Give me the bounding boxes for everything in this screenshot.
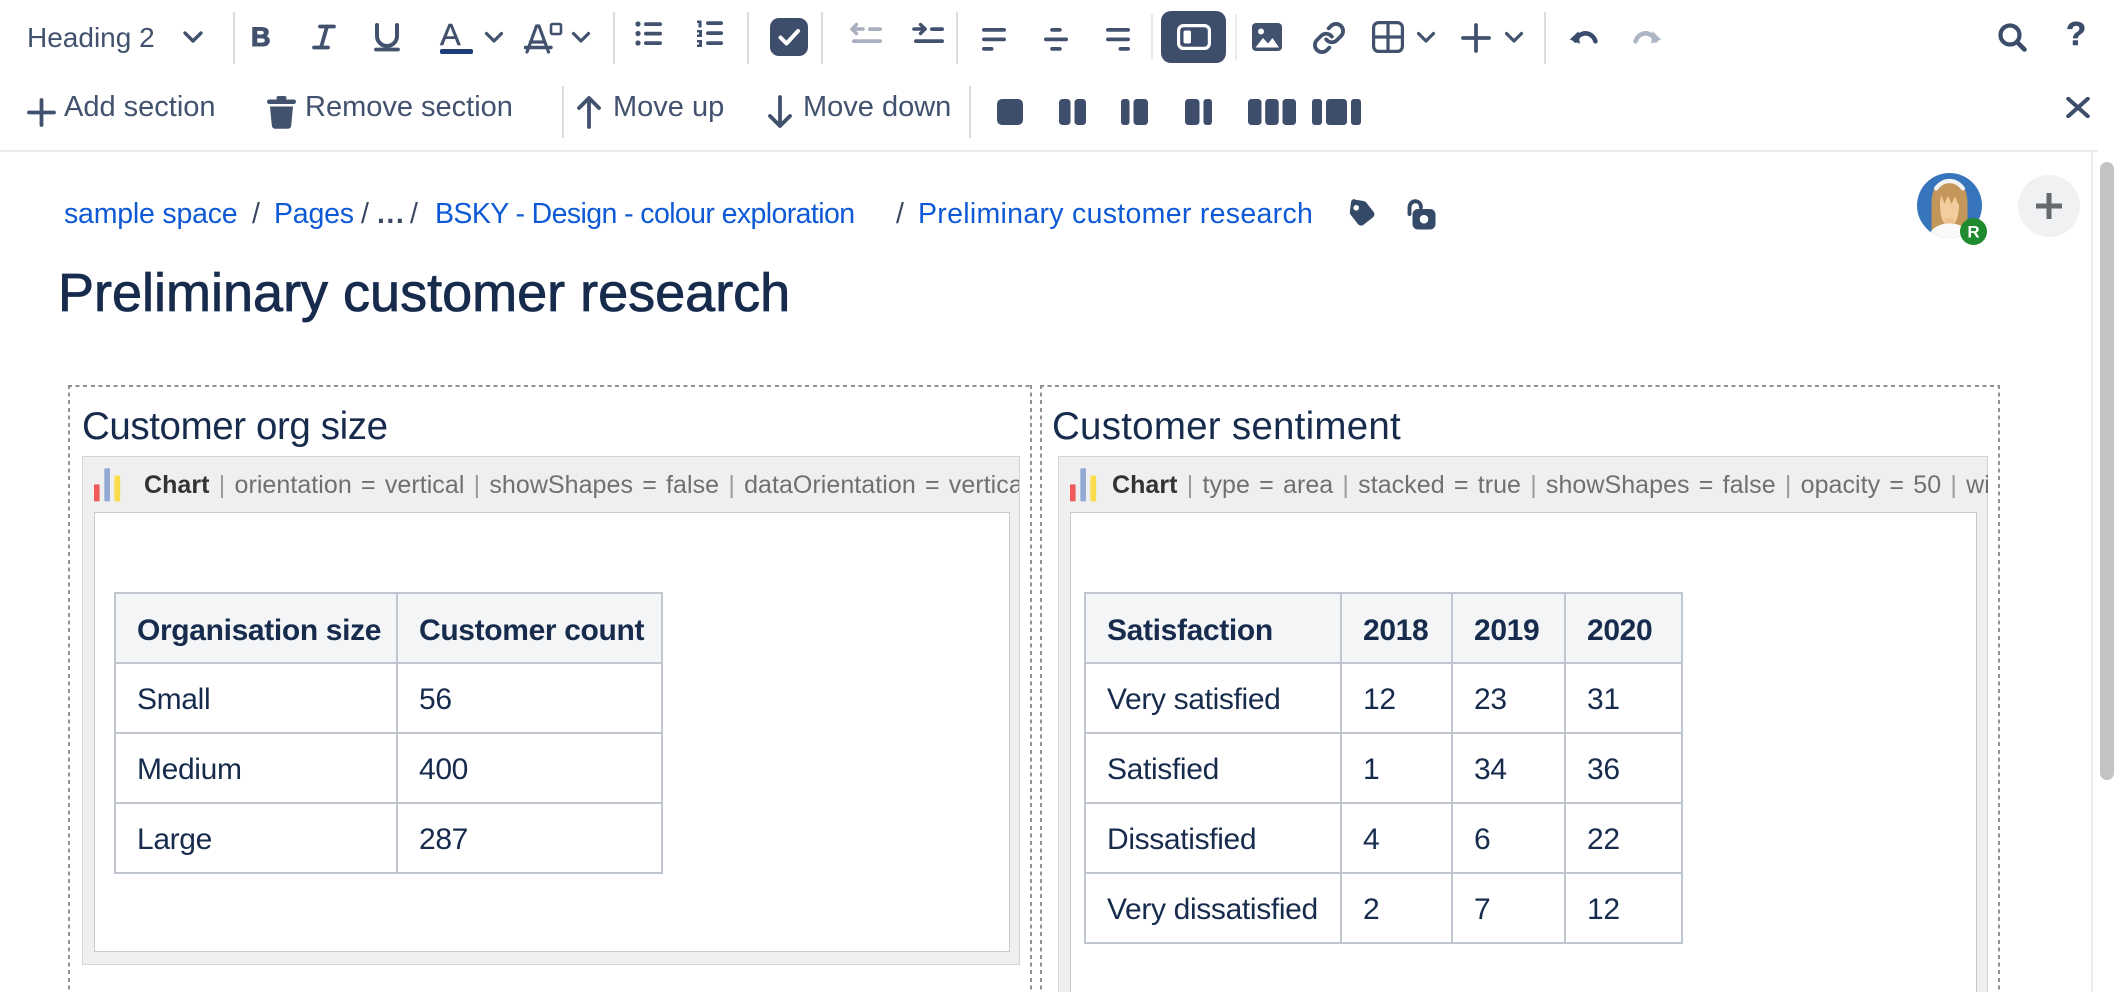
svg-text:R: R	[1967, 223, 1979, 242]
